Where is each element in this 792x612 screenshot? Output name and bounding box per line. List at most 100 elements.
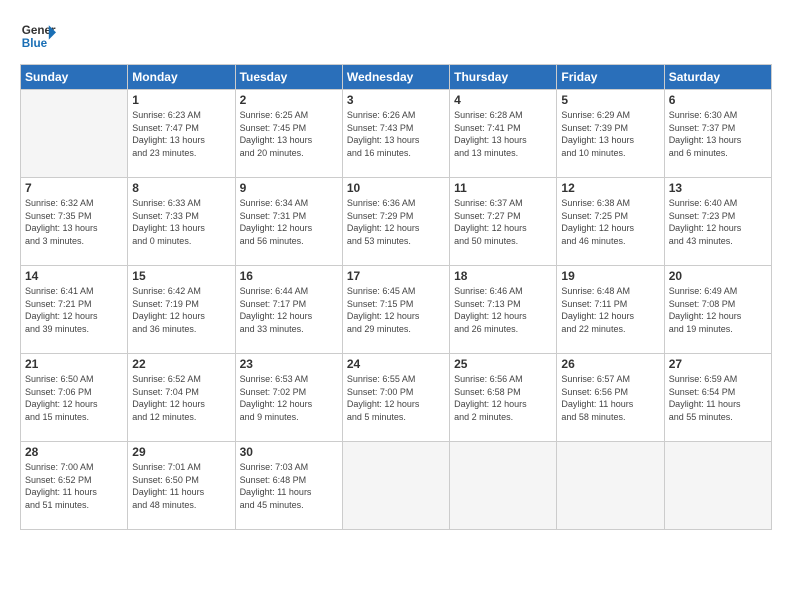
day-info: Sunrise: 6:40 AMSunset: 7:23 PMDaylight:… — [669, 197, 767, 247]
calendar-cell: 18Sunrise: 6:46 AMSunset: 7:13 PMDayligh… — [450, 266, 557, 354]
day-info: Sunrise: 7:03 AMSunset: 6:48 PMDaylight:… — [240, 461, 338, 511]
day-info: Sunrise: 6:32 AMSunset: 7:35 PMDaylight:… — [25, 197, 123, 247]
day-info: Sunrise: 6:49 AMSunset: 7:08 PMDaylight:… — [669, 285, 767, 335]
calendar-cell: 19 Sunrise: 6:48 AMSunset: 7:11 PMDayligh… — [557, 266, 664, 354]
day-number: 6 — [669, 93, 767, 107]
calendar-cell: 4 Sunrise: 6:28 AMSunset: 7:41 PMDaylight… — [450, 90, 557, 178]
calendar-cell: 8 Sunrise: 6:33 AMSunset: 7:33 PMDaylight… — [128, 178, 235, 266]
day-info: Sunrise: 6:37 AMSunset: 7:27 PMDaylight:… — [454, 197, 552, 247]
calendar-cell: 26 Sunrise: 6:57 AMSunset: 6:56 PMDayligh… — [557, 354, 664, 442]
day-info: Sunrise: 6:41 AMSunset: 7:21 PMDaylight:… — [25, 285, 123, 335]
calendar-cell: 13 Sunrise: 6:40 AMSunset: 7:23 PMDayligh… — [664, 178, 771, 266]
day-header-monday: Monday — [128, 65, 235, 90]
day-number: 17 — [347, 269, 445, 283]
day-info: Sunrise: 6:25 AMSunset: 7:45 PMDaylight:… — [240, 109, 338, 159]
calendar-cell: 10 Sunrise: 6:36 AMSunset: 7:29 PMDayligh… — [342, 178, 449, 266]
day-info: Sunrise: 6:33 AMSunset: 7:33 PMDaylight:… — [132, 197, 230, 247]
day-info: Sunrise: 6:29 AMSunset: 7:39 PMDaylight:… — [561, 109, 659, 159]
day-number: 9 — [240, 181, 338, 195]
day-number: 15 — [132, 269, 230, 283]
day-info: Sunrise: 6:53 AMSunset: 7:02 PMDaylight:… — [240, 373, 338, 423]
day-info: Sunrise: 6:59 AMSunset: 6:54 PMDaylight:… — [669, 373, 767, 423]
day-number: 5 — [561, 93, 659, 107]
calendar-cell: 11 Sunrise: 6:37 AMSunset: 7:27 PMDayligh… — [450, 178, 557, 266]
day-number: 26 — [561, 357, 659, 371]
day-info: Sunrise: 6:50 AMSunset: 7:06 PMDaylight:… — [25, 373, 123, 423]
calendar-cell: 15 Sunrise: 6:42 AMSunset: 7:19 PMDayligh… — [128, 266, 235, 354]
calendar-cell: 24 Sunrise: 6:55 AMSunset: 7:00 PMDayligh… — [342, 354, 449, 442]
day-info: Sunrise: 6:26 AMSunset: 7:43 PMDaylight:… — [347, 109, 445, 159]
calendar-cell: 28 Sunrise: 7:00 AMSunset: 6:52 PMDayligh… — [21, 442, 128, 530]
calendar-cell: 22 Sunrise: 6:52 AMSunset: 7:04 PMDayligh… — [128, 354, 235, 442]
day-number: 20 — [669, 269, 767, 283]
day-info: Sunrise: 6:30 AMSunset: 7:37 PMDaylight:… — [669, 109, 767, 159]
calendar-cell: 30Sunrise: 7:03 AMSunset: 6:48 PMDayligh… — [235, 442, 342, 530]
day-info: Sunrise: 6:23 AMSunset: 7:47 PMDaylight:… — [132, 109, 230, 159]
calendar-cell: 1 Sunrise: 6:23 AMSunset: 7:47 PMDaylight… — [128, 90, 235, 178]
day-info: Sunrise: 6:52 AMSunset: 7:04 PMDaylight:… — [132, 373, 230, 423]
day-header-wednesday: Wednesday — [342, 65, 449, 90]
day-info: Sunrise: 6:28 AMSunset: 7:41 PMDaylight:… — [454, 109, 552, 159]
day-info: Sunrise: 6:42 AMSunset: 7:19 PMDaylight:… — [132, 285, 230, 335]
day-number: 11 — [454, 181, 552, 195]
day-header-thursday: Thursday — [450, 65, 557, 90]
day-header-saturday: Saturday — [664, 65, 771, 90]
day-number: 25 — [454, 357, 552, 371]
day-info: Sunrise: 6:36 AMSunset: 7:29 PMDaylight:… — [347, 197, 445, 247]
calendar-cell: 7 Sunrise: 6:32 AMSunset: 7:35 PMDaylight… — [21, 178, 128, 266]
day-header-sunday: Sunday — [21, 65, 128, 90]
calendar-cell: 12 Sunrise: 6:38 AMSunset: 7:25 PMDayligh… — [557, 178, 664, 266]
calendar-cell: 3 Sunrise: 6:26 AMSunset: 7:43 PMDaylight… — [342, 90, 449, 178]
day-number: 3 — [347, 93, 445, 107]
calendar-cell — [664, 442, 771, 530]
day-header-friday: Friday — [557, 65, 664, 90]
calendar-cell: 17 Sunrise: 6:45 AMSunset: 7:15 PMDayligh… — [342, 266, 449, 354]
calendar-table: SundayMondayTuesdayWednesdayThursdayFrid… — [20, 64, 772, 530]
day-number: 22 — [132, 357, 230, 371]
calendar-cell: 21Sunrise: 6:50 AMSunset: 7:06 PMDayligh… — [21, 354, 128, 442]
page-header: General Blue — [20, 18, 772, 54]
day-info: Sunrise: 6:38 AMSunset: 7:25 PMDaylight:… — [561, 197, 659, 247]
calendar-cell: 2 Sunrise: 6:25 AMSunset: 7:45 PMDaylight… — [235, 90, 342, 178]
calendar-cell: 20 Sunrise: 6:49 AMSunset: 7:08 PMDayligh… — [664, 266, 771, 354]
logo: General Blue — [20, 18, 56, 54]
day-info: Sunrise: 6:46 AMSunset: 7:13 PMDaylight:… — [454, 285, 552, 335]
calendar-cell: 23 Sunrise: 6:53 AMSunset: 7:02 PMDayligh… — [235, 354, 342, 442]
calendar-cell: 9Sunrise: 6:34 AMSunset: 7:31 PMDaylight… — [235, 178, 342, 266]
calendar-cell — [557, 442, 664, 530]
day-number: 10 — [347, 181, 445, 195]
calendar-cell: 16Sunrise: 6:44 AMSunset: 7:17 PMDayligh… — [235, 266, 342, 354]
calendar-cell: 14Sunrise: 6:41 AMSunset: 7:21 PMDayligh… — [21, 266, 128, 354]
day-info: Sunrise: 6:48 AMSunset: 7:11 PMDaylight:… — [561, 285, 659, 335]
day-number: 27 — [669, 357, 767, 371]
calendar-cell — [342, 442, 449, 530]
calendar-cell: 6 Sunrise: 6:30 AMSunset: 7:37 PMDaylight… — [664, 90, 771, 178]
day-info: Sunrise: 7:01 AMSunset: 6:50 PMDaylight:… — [132, 461, 230, 511]
day-info: Sunrise: 7:00 AMSunset: 6:52 PMDaylight:… — [25, 461, 123, 511]
day-number: 23 — [240, 357, 338, 371]
calendar-cell: 25Sunrise: 6:56 AMSunset: 6:58 PMDayligh… — [450, 354, 557, 442]
day-info: Sunrise: 6:55 AMSunset: 7:00 PMDaylight:… — [347, 373, 445, 423]
day-number: 1 — [132, 93, 230, 107]
calendar-cell — [450, 442, 557, 530]
day-number: 7 — [25, 181, 123, 195]
day-info: Sunrise: 6:44 AMSunset: 7:17 PMDaylight:… — [240, 285, 338, 335]
day-number: 8 — [132, 181, 230, 195]
day-number: 19 — [561, 269, 659, 283]
day-number: 29 — [132, 445, 230, 459]
day-number: 24 — [347, 357, 445, 371]
day-info: Sunrise: 6:57 AMSunset: 6:56 PMDaylight:… — [561, 373, 659, 423]
calendar-cell — [21, 90, 128, 178]
calendar-cell: 5 Sunrise: 6:29 AMSunset: 7:39 PMDaylight… — [557, 90, 664, 178]
calendar-cell: 27 Sunrise: 6:59 AMSunset: 6:54 PMDayligh… — [664, 354, 771, 442]
logo-icon: General Blue — [20, 18, 56, 54]
day-number: 13 — [669, 181, 767, 195]
svg-text:Blue: Blue — [22, 37, 48, 50]
calendar-cell: 29 Sunrise: 7:01 AMSunset: 6:50 PMDayligh… — [128, 442, 235, 530]
day-number: 2 — [240, 93, 338, 107]
day-info: Sunrise: 6:45 AMSunset: 7:15 PMDaylight:… — [347, 285, 445, 335]
day-header-tuesday: Tuesday — [235, 65, 342, 90]
day-number: 28 — [25, 445, 123, 459]
day-number: 12 — [561, 181, 659, 195]
day-number: 4 — [454, 93, 552, 107]
